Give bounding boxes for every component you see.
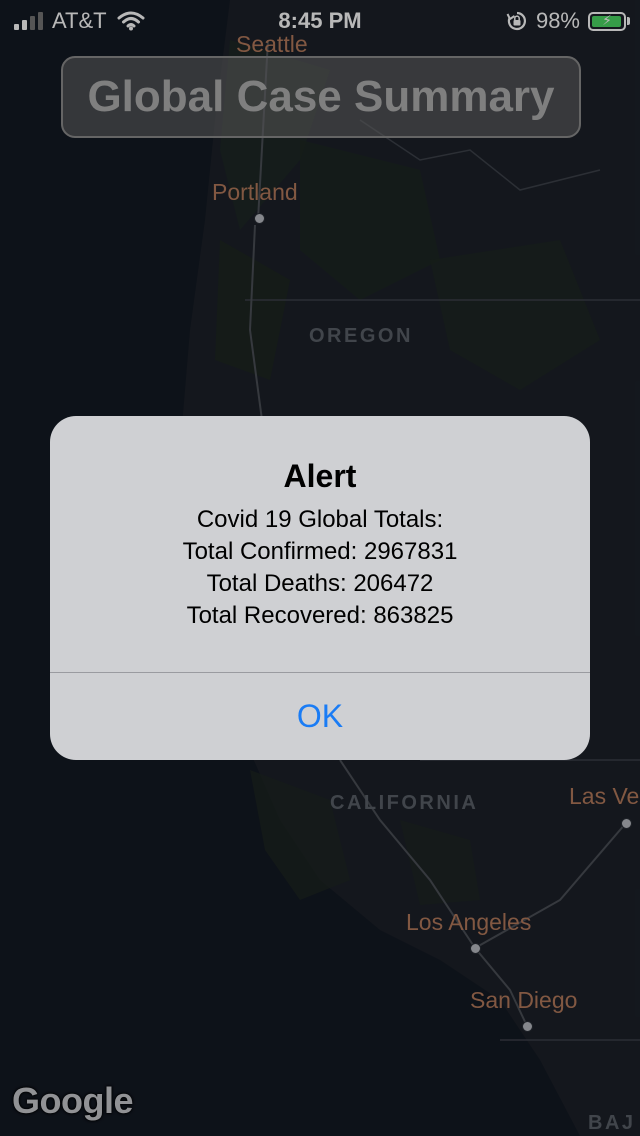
alert-line-confirmed: Total Confirmed: 2967831 — [182, 538, 458, 565]
alert-line-recovered: Total Recovered: 863825 — [186, 602, 454, 629]
alert-dialog: Alert Covid 19 Global Totals: Total Conf… — [50, 416, 590, 760]
alert-line-deaths: Total Deaths: 206472 — [206, 570, 434, 597]
alert-message: Covid 19 Global Totals: Total Confirmed:… — [50, 504, 590, 632]
alert-title: Alert — [283, 458, 357, 494]
alert-line-heading: Covid 19 Global Totals: — [196, 506, 444, 533]
ok-button[interactable]: OK — [50, 673, 590, 760]
